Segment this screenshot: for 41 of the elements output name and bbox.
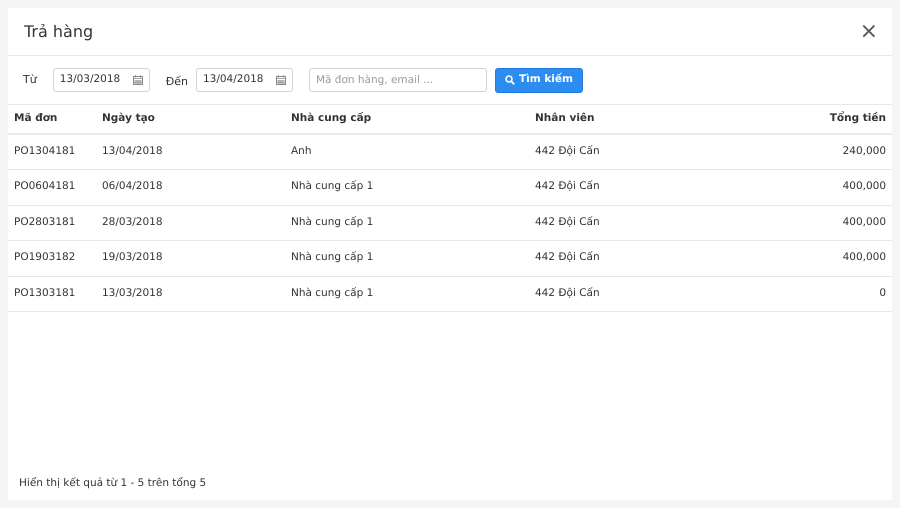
table-cell: Nhà cung cấp 1 <box>285 170 529 205</box>
column-header: Ngày tạo <box>96 105 285 134</box>
table-cell: 400,000 <box>772 205 892 240</box>
to-label: Đến <box>166 74 188 90</box>
table-cell: 442 Đội Cấn <box>529 240 772 276</box>
table-cell: PO1304181 <box>8 134 96 170</box>
search-icon <box>504 75 515 85</box>
table-cell: PO0604181 <box>8 170 96 205</box>
date-field[interactable]: 13/03/2018 <box>52 68 150 92</box>
table-cell: 06/04/2018 <box>96 170 285 205</box>
table-cell: 442 Đội Cấn <box>529 205 772 240</box>
table-cell: 13/04/2018 <box>96 134 285 170</box>
table-cell: PO1303181 <box>8 276 96 312</box>
table-cell: 400,000 <box>772 170 892 205</box>
table-cell: Nhà cung cấp 1 <box>285 205 529 240</box>
column-header: Nhân viên <box>529 105 772 134</box>
calendar-icon <box>276 75 286 85</box>
from-label: Từ <box>23 72 37 88</box>
table-cell: 19/03/2018 <box>96 240 285 276</box>
table-cell: 442 Đội Cấn <box>529 276 772 312</box>
table-cell: 400,000 <box>772 240 892 276</box>
search-field[interactable]: Mã đơn hàng, email ... <box>308 68 487 92</box>
close-button[interactable]: × <box>856 20 882 42</box>
result-summary: Hiển thị kết quả từ 1 - 5 trên tổng 5 <box>18 476 208 492</box>
table-cell: 240,000 <box>772 134 892 170</box>
table-cell: 442 Đội Cấn <box>529 170 772 205</box>
table-cell: 442 Đội Cấn <box>529 134 772 170</box>
table-cell: Nhà cung cấp 1 <box>285 240 529 276</box>
column-header: Nhà cung cấp <box>285 105 529 134</box>
column-header: Mã đơn <box>8 105 96 134</box>
column-header: Tổng tiền <box>772 105 892 134</box>
dialog-title: Trả hàng <box>24 20 94 42</box>
table-cell: 28/03/2018 <box>96 205 285 240</box>
table-cell: Nhà cung cấp 1 <box>285 276 529 312</box>
table-cell: 13/03/2018 <box>96 276 285 312</box>
table-cell: 0 <box>772 276 892 312</box>
calendar-icon <box>132 75 143 85</box>
table-cell: PO1903182 <box>8 240 96 276</box>
table-cell: PO2803181 <box>8 205 96 240</box>
table-cell: Anh <box>285 134 529 170</box>
date-field[interactable]: 13/04/2018 <box>196 68 293 92</box>
